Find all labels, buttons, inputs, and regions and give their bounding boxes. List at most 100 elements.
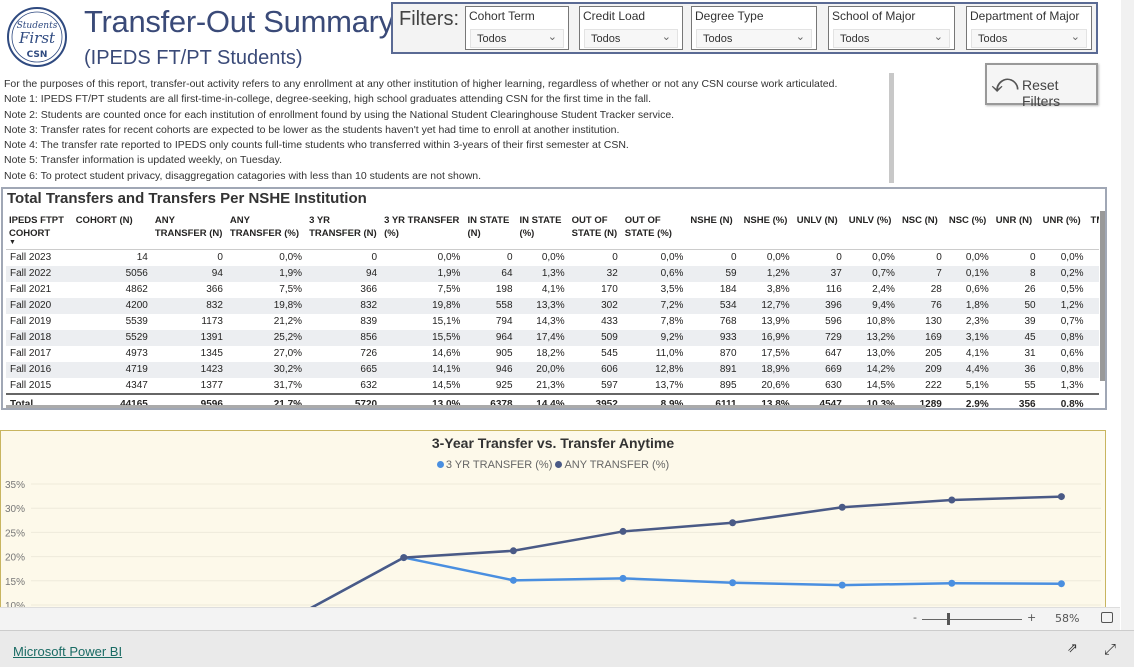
column-header[interactable]: ANY TRANSFER (N) <box>151 211 227 250</box>
column-header[interactable]: OUT OF STATE (%) <box>621 211 688 250</box>
page-scrollbar[interactable] <box>1121 0 1134 630</box>
table-cell: 50 <box>992 297 1040 314</box>
slicer-department-of-major[interactable]: Department of Major Todos ⌄ <box>966 6 1092 50</box>
table-cell: 14,6% <box>381 345 465 362</box>
slicer-dropdown[interactable]: Todos ⌄ <box>470 29 564 48</box>
table-cell: 366 <box>151 281 227 298</box>
slicer-value: Todos <box>591 33 621 45</box>
data-point[interactable] <box>1057 493 1065 501</box>
table-cell: 13 <box>1087 329 1099 346</box>
slicer-dropdown[interactable]: Todos ⌄ <box>833 29 950 48</box>
slicer-dropdown[interactable]: Todos ⌄ <box>971 29 1087 48</box>
column-header[interactable]: UNR (N) <box>992 211 1040 250</box>
table-cell: 39 <box>992 313 1040 330</box>
column-header[interactable]: UNLV (N) <box>793 211 846 250</box>
table-row[interactable]: Fall 2016 4719 1423 30,2% 665 14,1% 946 20,0% 60… <box>6 361 1099 378</box>
table-row[interactable]: Fall 2021 4862 366 7,5% 366 7,5% 198 4,1% 170 3,5… <box>6 281 1099 298</box>
column-header[interactable]: UNR (%) <box>1039 211 1088 250</box>
sort-descending-icon[interactable]: ▼ <box>9 239 70 246</box>
table-cell: 0,0% <box>621 249 688 266</box>
fit-to-page-icon[interactable] <box>1101 612 1113 623</box>
table-cell: 768 <box>687 313 741 330</box>
table-vertical-scrollbar[interactable] <box>1100 211 1105 381</box>
table-cell: 3,5% <box>621 281 688 298</box>
note-6: Note 6: To protect student privacy, disa… <box>4 169 482 182</box>
table-cell: 11,0% <box>621 345 688 362</box>
zoom-out-button[interactable]: - <box>913 611 917 624</box>
column-header[interactable]: IN STATE (N) <box>464 211 517 250</box>
power-bi-link[interactable]: Microsoft Power BI <box>13 644 122 659</box>
column-header[interactable]: NSHE (N) <box>687 211 741 250</box>
table-cell: 5056 <box>72 265 152 282</box>
table-row[interactable]: Fall 2020 4200 832 19,8% 832 19,8% 558 13,3% 302… <box>6 297 1099 314</box>
column-header[interactable]: IPEDS FTPT COHORT ▼ <box>6 211 73 250</box>
table-cell: 0 <box>992 249 1040 266</box>
slicer-degree-type[interactable]: Degree Type Todos ⌄ <box>691 6 817 50</box>
table-cell: 94 <box>306 265 382 282</box>
table-horizontal-scrollbar[interactable] <box>6 405 926 408</box>
table-cell: 76 <box>898 297 946 314</box>
legend-item-any[interactable]: ANY TRANSFER (%) <box>555 459 669 471</box>
y-tick-label: 15% <box>5 577 25 588</box>
table-cell: 19,8% <box>381 297 465 314</box>
table-cell: 4862 <box>72 281 152 298</box>
column-header[interactable]: UNLV (%) <box>845 211 899 250</box>
table-cell: 13,0% <box>845 345 899 362</box>
data-point[interactable] <box>948 579 956 587</box>
column-header[interactable]: NSC (%) <box>945 211 993 250</box>
data-point[interactable] <box>509 576 517 584</box>
data-point[interactable] <box>619 527 627 535</box>
fullscreen-icon[interactable]: ⤢ <box>1104 640 1116 658</box>
column-header[interactable]: OUT OF STATE (N) <box>568 211 622 250</box>
slicer-cohort-term[interactable]: Cohort Term Todos ⌄ <box>465 6 569 50</box>
column-header[interactable]: 3 YR TRANSFER (%) <box>381 211 465 250</box>
table-row[interactable]: Fall 2015 4347 1377 31,7% 632 14,5% 925 21,3% 59… <box>6 377 1099 394</box>
column-header[interactable]: TMCC (N) <box>1087 211 1099 250</box>
table-cell: 31,7% <box>226 377 307 394</box>
table-cell: 7,5% <box>381 281 465 298</box>
data-point[interactable] <box>948 496 956 504</box>
column-header[interactable]: NSC (N) <box>898 211 946 250</box>
table-cell: 895 <box>687 377 741 394</box>
zoom-slider-track[interactable] <box>922 619 1022 620</box>
table-cell: 19,8% <box>226 297 307 314</box>
note-3: Note 3: Transfer rates for recent cohort… <box>4 123 620 136</box>
column-header[interactable]: COHORT (N) <box>72 211 152 250</box>
column-header[interactable]: NSHE (%) <box>740 211 794 250</box>
share-icon[interactable]: ⇗ <box>1067 641 1078 656</box>
slicer-school-of-major[interactable]: School of Major Todos ⌄ <box>828 6 955 50</box>
table-row[interactable]: Fall 2019 5539 1173 21,2% 839 15,1% 794 14,3% 43… <box>6 313 1099 330</box>
zoom-slider-handle[interactable] <box>947 613 950 625</box>
data-point[interactable] <box>400 554 408 562</box>
data-point[interactable] <box>729 579 737 587</box>
note-4: Note 4: The transfer rate reported to IP… <box>4 139 629 152</box>
table-row[interactable]: Fall 2023 14 0 0,0% 0 0,0% 0 0,0% 0 0,0% 0 0,0% 0 0,0… <box>6 249 1099 266</box>
data-point[interactable] <box>1057 580 1065 588</box>
table-cell: 0,8% <box>1039 361 1088 378</box>
reset-filters-button[interactable]: ⤺ Reset Filters <box>985 63 1098 109</box>
legend-item-3yr[interactable]: 3 YR TRANSFER (%) <box>436 459 552 471</box>
data-point[interactable] <box>838 503 846 511</box>
column-header[interactable]: 3 YR TRANSFER (N) <box>306 211 382 250</box>
table-cell: 0,0% <box>740 249 794 266</box>
data-point[interactable] <box>838 581 846 589</box>
notes-scrollbar[interactable] <box>889 73 894 183</box>
table-cell: 534 <box>687 297 741 314</box>
slicer-credit-load[interactable]: Credit Load Todos ⌄ <box>579 6 683 50</box>
slicer-dropdown[interactable]: Todos ⌄ <box>696 29 812 48</box>
data-point[interactable] <box>619 574 627 582</box>
table-cell: Fall 2021 <box>6 281 73 298</box>
table-cell: 0 <box>306 249 382 266</box>
table-row[interactable]: Fall 2017 4973 1345 27,0% 726 14,6% 905 18,2% 54… <box>6 345 1099 362</box>
column-header[interactable]: ANY TRANSFER (%) <box>226 211 307 250</box>
data-point[interactable] <box>509 547 517 555</box>
data-point[interactable] <box>729 519 737 527</box>
table-cell: 0,2% <box>1039 265 1088 282</box>
table-row[interactable]: Fall 2022 5056 94 1,9% 94 1,9% 64 1,3% 32 0,6% 59 1… <box>6 265 1099 282</box>
svg-text:First: First <box>18 29 56 47</box>
table-row[interactable]: Fall 2018 5529 1391 25,2% 856 15,5% 964 17,4% 50… <box>6 329 1099 346</box>
zoom-in-button[interactable]: + <box>1027 611 1036 624</box>
column-header[interactable]: IN STATE (%) <box>516 211 569 250</box>
chart-legend: 3 YR TRANSFER (%) ANY TRANSFER (%) <box>1 459 1105 471</box>
slicer-dropdown[interactable]: Todos ⌄ <box>584 29 678 48</box>
